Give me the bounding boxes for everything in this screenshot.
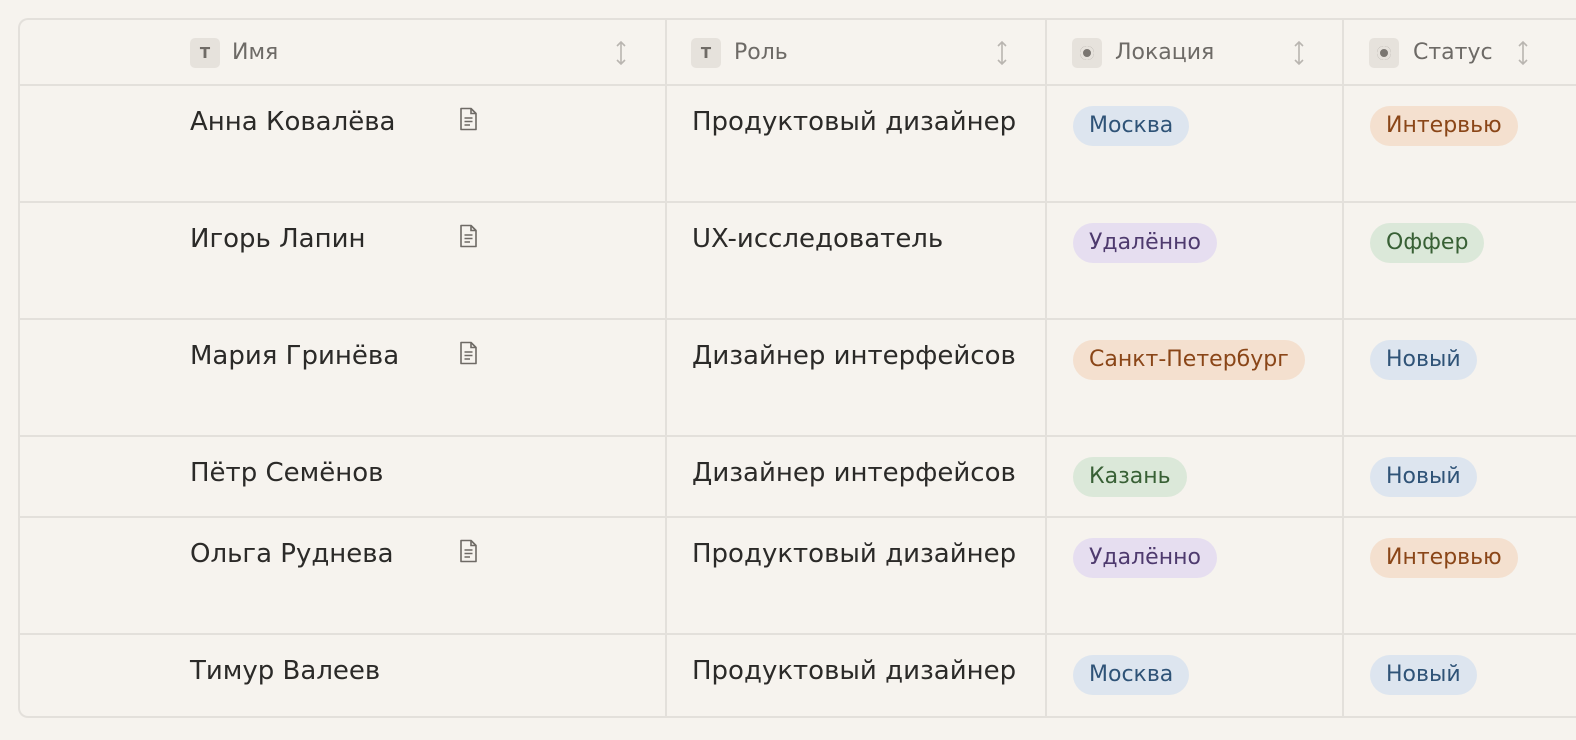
sort-icon[interactable]	[1517, 40, 1529, 66]
candidate-name: Анна Ковалёва	[190, 107, 396, 137]
cell-status[interactable]: Новый	[1344, 635, 1576, 716]
column-header-location[interactable]: Локация	[1047, 20, 1343, 84]
sort-icon[interactable]	[1293, 40, 1305, 66]
role-text: Продуктовый дизайнер	[692, 656, 1017, 686]
cell-name[interactable]: Анна Ковалёва	[20, 86, 665, 201]
document-icon[interactable]	[458, 107, 478, 131]
cell-location[interactable]: Санкт-Петербург	[1047, 320, 1342, 435]
text-type-icon: T	[190, 38, 220, 68]
document-icon[interactable]	[458, 224, 478, 248]
cell-location[interactable]: Удалённо	[1047, 518, 1342, 633]
cell-role[interactable]: Дизайнер интерфейсов	[667, 437, 1045, 516]
sort-icon[interactable]	[615, 40, 627, 66]
document-icon[interactable]	[458, 539, 478, 563]
cell-status[interactable]: Новый	[1344, 320, 1576, 435]
status-badge: Интервью	[1370, 106, 1518, 146]
document-icon[interactable]	[458, 341, 478, 365]
column-header-label: Статус	[1413, 40, 1493, 65]
cell-role[interactable]: Продуктовый дизайнер	[667, 86, 1045, 201]
location-tag: Казань	[1073, 457, 1187, 497]
role-text: Дизайнер интерфейсов	[692, 458, 1016, 488]
column-header-label: Локация	[1115, 40, 1215, 65]
cell-location[interactable]: Удалённо	[1047, 203, 1342, 318]
candidate-name: Тимур Валеев	[190, 656, 381, 686]
column-header-role[interactable]: T Роль	[667, 20, 1047, 84]
role-text: Дизайнер интерфейсов	[692, 341, 1016, 371]
location-tag: Санкт-Петербург	[1073, 340, 1305, 380]
status-badge: Оффер	[1370, 223, 1485, 263]
cell-name[interactable]: Ольга Руднева	[20, 518, 665, 633]
location-tag: Удалённо	[1073, 223, 1217, 263]
status-badge: Новый	[1370, 340, 1477, 380]
candidate-name: Мария Гринёва	[190, 341, 400, 371]
select-type-icon	[1072, 38, 1102, 68]
cell-name[interactable]: Игорь Лапин	[20, 203, 665, 318]
status-badge: Новый	[1370, 655, 1477, 695]
location-tag: Удалённо	[1073, 538, 1217, 578]
select-type-icon	[1369, 38, 1399, 68]
column-divider	[665, 84, 667, 716]
cell-status[interactable]: Интервью	[1344, 518, 1576, 633]
column-divider	[1045, 84, 1047, 716]
cell-role[interactable]: Продуктовый дизайнер	[667, 635, 1045, 716]
location-tag: Москва	[1073, 655, 1190, 695]
status-badge: Интервью	[1370, 538, 1518, 578]
cell-status[interactable]: Интервью	[1344, 86, 1576, 201]
cell-location[interactable]: Казань	[1047, 437, 1342, 516]
cell-name[interactable]: Пётр Семёнов	[20, 437, 665, 516]
role-text: UX-исследователь	[692, 224, 944, 254]
role-text: Продуктовый дизайнер	[692, 539, 1017, 569]
cell-location[interactable]: Москва	[1047, 635, 1342, 716]
cell-location[interactable]: Москва	[1047, 86, 1342, 201]
candidate-name: Игорь Лапин	[190, 224, 366, 254]
location-tag: Москва	[1073, 106, 1190, 146]
table-header: T Имя T Роль Локация Статус	[20, 20, 1576, 86]
sort-icon[interactable]	[996, 40, 1008, 66]
cell-role[interactable]: Продуктовый дизайнер	[667, 518, 1045, 633]
cell-status[interactable]: Новый	[1344, 437, 1576, 516]
cell-name[interactable]: Мария Гринёва	[20, 320, 665, 435]
database-table: T Имя T Роль Локация Статус Анна Ковалёв…	[18, 18, 1576, 718]
column-header-label: Имя	[232, 40, 279, 65]
candidate-name: Пётр Семёнов	[190, 458, 384, 488]
column-header-label: Роль	[734, 40, 788, 65]
text-type-icon: T	[691, 38, 721, 68]
column-header-status[interactable]: Статус	[1344, 20, 1576, 84]
cell-status[interactable]: Оффер	[1344, 203, 1576, 318]
cell-name[interactable]: Тимур Валеев	[20, 635, 665, 716]
role-text: Продуктовый дизайнер	[692, 107, 1017, 137]
column-divider	[1342, 84, 1344, 716]
candidate-name: Ольга Руднева	[190, 539, 394, 569]
column-header-name[interactable]: T Имя	[20, 20, 666, 84]
status-badge: Новый	[1370, 457, 1477, 497]
cell-role[interactable]: Дизайнер интерфейсов	[667, 320, 1045, 435]
cell-role[interactable]: UX-исследователь	[667, 203, 1045, 318]
